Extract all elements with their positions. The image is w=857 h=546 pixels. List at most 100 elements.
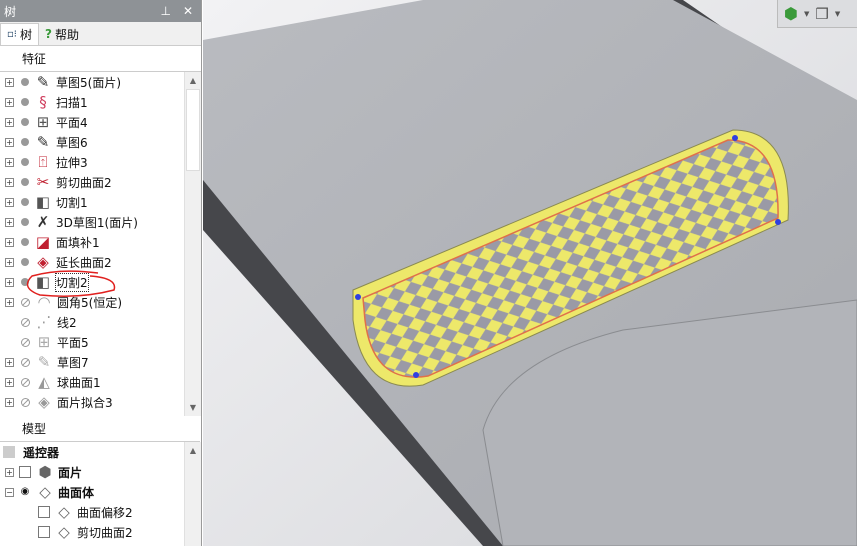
model-item[interactable]: − ◉ ◇ 曲面体: [0, 482, 94, 502]
pin-icon[interactable]: ⊥: [160, 4, 170, 18]
expand-toggle[interactable]: +: [5, 297, 14, 307]
scroll-up-arrow[interactable]: ▲: [185, 442, 201, 459]
state-dot-icon: [21, 118, 29, 126]
feature-tree-scrollbar[interactable]: ▲ ▼: [184, 72, 201, 416]
feature-item[interactable]: + ✗ 3D草图1(面片): [0, 212, 138, 232]
surface-body-icon: ◇: [39, 483, 51, 501]
visibility-checkbox[interactable]: [38, 506, 50, 518]
panel-tabs: ▫⁝ 树 ? 帮助: [0, 22, 201, 46]
feature-label: 草图6: [56, 135, 88, 150]
expand-toggle[interactable]: [5, 338, 14, 347]
expand-toggle[interactable]: +: [5, 137, 14, 147]
expand-toggle[interactable]: +: [5, 467, 14, 477]
expand-toggle[interactable]: −: [5, 487, 14, 497]
model-header: 模型: [0, 416, 200, 442]
plane-icon: ⊞: [37, 333, 51, 351]
red-annotation-circle: [26, 270, 116, 297]
suppressed-icon: [21, 377, 30, 387]
state-dot-icon: [21, 178, 29, 186]
tab-help-label: 帮助: [54, 27, 79, 42]
model-tree-scrollbar[interactable]: ▲: [184, 442, 201, 546]
feature-item[interactable]: + ✎ 草图7: [0, 352, 89, 372]
feature-label: 扫描1: [56, 95, 88, 110]
feature-label: 面片拟合3: [57, 395, 113, 410]
expand-toggle[interactable]: +: [5, 357, 14, 367]
expand-toggle[interactable]: +: [5, 257, 14, 267]
eye-icon[interactable]: ◉: [19, 486, 31, 498]
feature-item[interactable]: + § 扫描1: [0, 92, 88, 112]
display-mode-icon[interactable]: ⬢: [784, 4, 798, 23]
line-icon: ⋰: [36, 313, 52, 331]
expand-toggle[interactable]: +: [5, 277, 14, 287]
cut-icon: ◧: [35, 193, 51, 211]
help-icon: ?: [44, 27, 52, 41]
feature-item[interactable]: + ✎ 草图6: [0, 132, 88, 152]
feature-item[interactable]: + ⍐ 拉伸3: [0, 152, 88, 172]
feature-label: 平面5: [57, 335, 89, 350]
state-dot-icon: [21, 218, 29, 226]
model-item[interactable]: 遥控器: [0, 442, 59, 462]
feature-item[interactable]: + ◪ 面填补1: [0, 232, 100, 252]
scroll-thumb[interactable]: [186, 89, 200, 171]
feature-tree: + ✎ 草图5(面片) + § 扫描1 + ⊞ 平面4 + ✎ 草图6 + ⍐ 拉伸3 + ✂ 剪切曲面2 + ◧ 切割…: [0, 72, 200, 416]
suppressed-icon: [21, 397, 30, 407]
tab-help[interactable]: ? 帮助: [39, 23, 85, 45]
view-cube-icon[interactable]: ❒: [815, 5, 828, 23]
feature-item[interactable]: + ✎ 草图5(面片): [0, 72, 121, 92]
feature-label: 草图7: [57, 355, 89, 370]
mesh-icon: ⬢: [38, 463, 52, 481]
expand-toggle[interactable]: +: [5, 237, 14, 247]
sketch-icon: ✎: [36, 73, 50, 91]
expand-toggle[interactable]: +: [5, 157, 14, 167]
scroll-down-arrow[interactable]: ▼: [185, 399, 201, 416]
feature-label: 切割1: [56, 195, 88, 210]
feature-item[interactable]: + ◈ 面片拟合3: [0, 392, 113, 412]
chevron-down-icon[interactable]: ▼: [804, 10, 809, 18]
state-dot-icon: [21, 158, 29, 166]
suppressed-icon: [21, 317, 30, 327]
tab-tree[interactable]: ▫⁝ 树: [0, 23, 39, 45]
expand-toggle[interactable]: +: [5, 377, 14, 387]
chevron-down-icon[interactable]: ▼: [835, 10, 840, 18]
model-item[interactable]: ◇ 曲面偏移2: [0, 502, 133, 522]
3d-viewport[interactable]: ⬢ ▼ ❒ ▼: [203, 0, 857, 546]
visibility-checkbox[interactable]: [38, 526, 50, 538]
model-item[interactable]: ◇ 剪切曲面2: [0, 522, 133, 542]
feature-item[interactable]: + ⊞ 平面4: [0, 112, 88, 132]
feature-item[interactable]: + ✂ 剪切曲面2: [0, 172, 112, 192]
expand-toggle[interactable]: +: [5, 97, 14, 107]
expand-toggle[interactable]: +: [5, 117, 14, 127]
model-label: 曲面偏移2: [77, 505, 133, 520]
state-dot-icon: [21, 198, 29, 206]
scroll-up-arrow[interactable]: ▲: [185, 72, 201, 89]
expand-toggle[interactable]: +: [5, 197, 14, 207]
model-tree: 遥控器 + ⬢ 面片 − ◉ ◇ 曲面体 ◇ 曲面偏移2 ◇ 剪切曲面2: [0, 442, 184, 546]
view-toolbar: ⬢ ▼ ❒ ▼: [777, 0, 857, 28]
sweep-icon: §: [39, 93, 47, 111]
extrude-icon: ⍐: [38, 153, 48, 171]
expand-toggle[interactable]: +: [5, 397, 14, 407]
visibility-checkbox[interactable]: [19, 466, 31, 478]
expand-toggle[interactable]: +: [5, 217, 14, 227]
sketch-icon: ✎: [37, 353, 51, 371]
sphere-surface-icon: ◭: [38, 373, 50, 391]
feature-label: 面填补1: [56, 235, 100, 250]
expand-toggle[interactable]: +: [5, 177, 14, 187]
trim-surface-icon: ✂: [36, 173, 50, 191]
state-dot-icon: [21, 138, 29, 146]
model-render: [203, 0, 857, 546]
feature-label: 剪切曲面2: [56, 175, 112, 190]
model-label: 遥控器: [23, 445, 60, 460]
mesh-fit-icon: ◈: [38, 393, 50, 411]
model-item[interactable]: + ⬢ 面片: [0, 462, 82, 482]
expand-toggle[interactable]: [5, 318, 14, 327]
close-icon[interactable]: ✕: [183, 4, 193, 18]
feature-item[interactable]: ⊞ 平面5: [0, 332, 89, 352]
feature-item[interactable]: + ◧ 切割1: [0, 192, 88, 212]
panel-titlebar: 树 ⊥ ✕: [0, 0, 201, 22]
feature-item[interactable]: + ◭ 球曲面1: [0, 372, 101, 392]
feature-item[interactable]: ⋰ 线2: [0, 312, 77, 332]
feature-label: 平面4: [56, 115, 88, 130]
expand-toggle[interactable]: +: [5, 77, 14, 87]
tab-tree-label: 树: [19, 28, 32, 42]
